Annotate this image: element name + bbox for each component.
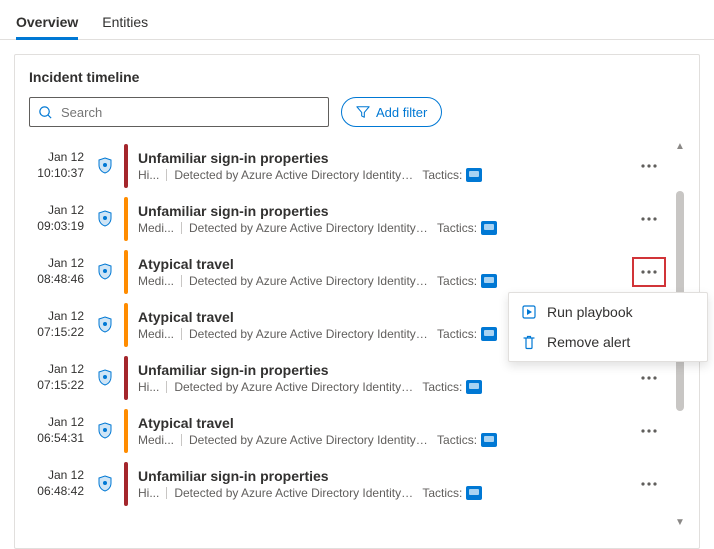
- row-content: Unfamiliar sign-in properties Hi... Detect…: [138, 362, 633, 394]
- shield-icon: [92, 369, 118, 387]
- playbook-icon: [521, 304, 537, 320]
- menu-run-playbook-label: Run playbook: [547, 304, 633, 320]
- severity-label: Medi...: [138, 221, 174, 235]
- severity-label: Hi...: [138, 168, 159, 182]
- row-datetime: Jan 1209:03:19: [29, 203, 92, 234]
- row-datetime: Jan 1207:15:22: [29, 309, 92, 340]
- severity-bar: [124, 197, 128, 241]
- row-datetime: Jan 1207:15:22: [29, 362, 92, 393]
- add-filter-button[interactable]: Add filter: [341, 97, 442, 127]
- row-content: Unfamiliar sign-in properties Medi... Dete…: [138, 203, 633, 235]
- more-actions-button[interactable]: [633, 376, 665, 380]
- shield-icon: [92, 263, 118, 281]
- trash-icon: [521, 334, 537, 350]
- alert-title: Unfamiliar sign-in properties: [138, 150, 633, 166]
- monitor-icon: [481, 433, 497, 447]
- row-content: Unfamiliar sign-in properties Hi... Detect…: [138, 468, 633, 500]
- timeline-row[interactable]: Jan 1210:10:37 Unfamiliar sign-in propert…: [29, 139, 671, 192]
- monitor-icon: [466, 380, 482, 394]
- more-actions-button[interactable]: [633, 429, 665, 433]
- detected-by: Detected by Azure Active Directory Ident…: [189, 327, 429, 341]
- tab-bar: Overview Entities: [0, 0, 714, 40]
- row-datetime: Jan 1206:54:31: [29, 415, 92, 446]
- shield-icon: [92, 210, 118, 228]
- severity-bar: [124, 144, 128, 188]
- tab-entities[interactable]: Entities: [102, 8, 148, 39]
- menu-run-playbook[interactable]: Run playbook: [509, 297, 707, 327]
- more-actions-button[interactable]: [633, 482, 665, 486]
- monitor-icon: [481, 327, 497, 341]
- timeline-row[interactable]: Jan 1208:48:46 Atypical travel Medi... Dete…: [29, 245, 671, 298]
- detected-by: Detected by Azure Active Directory Ident…: [189, 221, 429, 235]
- add-filter-label: Add filter: [376, 105, 427, 120]
- tactics-label: Tactics:: [437, 221, 477, 235]
- scroll-down-icon[interactable]: ▼: [675, 515, 685, 529]
- alert-title: Atypical travel: [138, 415, 633, 431]
- severity-bar: [124, 250, 128, 294]
- divider: [166, 381, 167, 393]
- divider: [181, 222, 182, 234]
- alert-title: Unfamiliar sign-in properties: [138, 468, 633, 484]
- tactics-label: Tactics:: [422, 380, 462, 394]
- alert-title: Atypical travel: [138, 256, 633, 272]
- timeline-row[interactable]: Jan 1209:03:19 Unfamiliar sign-in propert…: [29, 192, 671, 245]
- more-actions-button[interactable]: [633, 258, 665, 286]
- divider: [166, 487, 167, 499]
- more-actions-button[interactable]: [633, 164, 665, 168]
- severity-bar: [124, 303, 128, 347]
- more-actions-button[interactable]: [633, 217, 665, 221]
- severity-label: Medi...: [138, 274, 174, 288]
- tactics-label: Tactics:: [437, 274, 477, 288]
- severity-label: Hi...: [138, 380, 159, 394]
- scroll-up-icon[interactable]: ▲: [675, 139, 685, 153]
- alert-title: Unfamiliar sign-in properties: [138, 203, 633, 219]
- detected-by: Detected by Azure Active Directory Ident…: [174, 380, 414, 394]
- search-box[interactable]: [29, 97, 329, 127]
- toolbar: Add filter: [29, 97, 689, 127]
- shield-icon: [92, 422, 118, 440]
- monitor-icon: [466, 168, 482, 182]
- monitor-icon: [481, 274, 497, 288]
- detected-by: Detected by Azure Active Directory Ident…: [189, 433, 429, 447]
- divider: [166, 169, 167, 181]
- severity-label: Medi...: [138, 327, 174, 341]
- monitor-icon: [481, 221, 497, 235]
- shield-icon: [92, 157, 118, 175]
- search-icon: [38, 105, 53, 120]
- menu-remove-alert-label: Remove alert: [547, 334, 630, 350]
- severity-bar: [124, 462, 128, 506]
- context-menu: Run playbook Remove alert: [508, 292, 708, 362]
- divider: [181, 275, 182, 287]
- shield-icon: [92, 316, 118, 334]
- tab-overview[interactable]: Overview: [16, 8, 78, 39]
- timeline-row[interactable]: Jan 1206:48:42 Unfamiliar sign-in propert…: [29, 457, 671, 510]
- detected-by: Detected by Azure Active Directory Ident…: [174, 168, 414, 182]
- shield-icon: [92, 475, 118, 493]
- search-input[interactable]: [61, 105, 320, 120]
- monitor-icon: [466, 486, 482, 500]
- severity-bar: [124, 409, 128, 453]
- timeline-row[interactable]: Jan 1206:54:31 Atypical travel Medi... Dete…: [29, 404, 671, 457]
- tactics-label: Tactics:: [422, 486, 462, 500]
- detected-by: Detected by Azure Active Directory Ident…: [189, 274, 429, 288]
- detected-by: Detected by Azure Active Directory Ident…: [174, 486, 414, 500]
- row-content: Unfamiliar sign-in properties Hi... Detect…: [138, 150, 633, 182]
- filter-icon: [356, 105, 370, 119]
- alert-title: Unfamiliar sign-in properties: [138, 362, 633, 378]
- divider: [181, 328, 182, 340]
- severity-label: Hi...: [138, 486, 159, 500]
- tactics-label: Tactics:: [422, 168, 462, 182]
- divider: [181, 434, 182, 446]
- row-datetime: Jan 1208:48:46: [29, 256, 92, 287]
- tactics-label: Tactics:: [437, 433, 477, 447]
- menu-remove-alert[interactable]: Remove alert: [509, 327, 707, 357]
- row-content: Atypical travel Medi... Detected by Azure …: [138, 415, 633, 447]
- severity-bar: [124, 356, 128, 400]
- severity-label: Medi...: [138, 433, 174, 447]
- row-datetime: Jan 1210:10:37: [29, 150, 92, 181]
- panel-title: Incident timeline: [29, 69, 689, 85]
- row-content: Atypical travel Medi... Detected by Azure …: [138, 256, 633, 288]
- row-datetime: Jan 1206:48:42: [29, 468, 92, 499]
- tactics-label: Tactics:: [437, 327, 477, 341]
